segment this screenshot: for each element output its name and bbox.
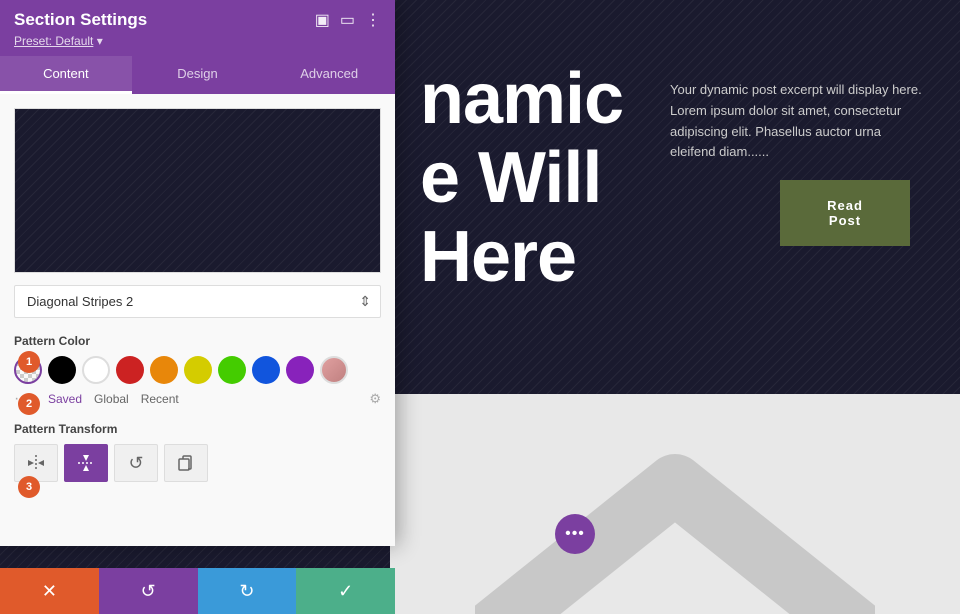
panel-header: Section Settings ▣ ▭ ⋮ Preset: Default ▾ xyxy=(0,0,395,56)
color-custom[interactable] xyxy=(320,356,348,384)
tab-design[interactable]: Design xyxy=(132,56,264,94)
cancel-button[interactable]: ✕ xyxy=(0,568,99,614)
pattern-select-row: Diagonal Stripes 2 ⇕ xyxy=(14,285,381,318)
color-black[interactable] xyxy=(48,356,76,384)
recent-tab[interactable]: Recent xyxy=(141,392,179,406)
pattern-preview xyxy=(14,108,381,273)
copy-button[interactable] xyxy=(164,444,208,482)
color-white[interactable] xyxy=(82,356,110,384)
pattern-transform-label: Pattern Transform xyxy=(14,422,381,436)
floating-dots-button[interactable]: ••• xyxy=(555,514,595,554)
grid-icon[interactable]: ▭ xyxy=(340,10,355,30)
bottom-area xyxy=(390,394,960,614)
pattern-dropdown[interactable]: Diagonal Stripes 2 xyxy=(14,285,381,318)
more-options-icon[interactable]: ⋮ xyxy=(365,10,381,30)
pattern-transform-section: Pattern Transform xyxy=(14,422,381,482)
color-yellow[interactable] xyxy=(184,356,212,384)
settings-panel: Section Settings ▣ ▭ ⋮ Preset: Default ▾… xyxy=(0,0,395,546)
tab-advanced[interactable]: Advanced xyxy=(263,56,395,94)
step-3-badge: 3 xyxy=(18,476,40,498)
color-saved-row: ··· Saved Global Recent ⚙ xyxy=(14,390,381,408)
color-purple[interactable] xyxy=(286,356,314,384)
preset-row[interactable]: Preset: Default ▾ xyxy=(14,34,381,56)
color-orange[interactable] xyxy=(150,356,178,384)
pattern-select-wrapper: Diagonal Stripes 2 ⇕ xyxy=(14,285,381,318)
tab-content[interactable]: Content xyxy=(0,56,132,94)
transform-buttons: ↺ xyxy=(14,444,381,482)
panel-body: Diagonal Stripes 2 ⇕ Pattern Color xyxy=(0,94,395,546)
panel-title-row: Section Settings ▣ ▭ ⋮ xyxy=(14,10,381,34)
flip-vertical-button[interactable] xyxy=(64,444,108,482)
color-red[interactable] xyxy=(116,356,144,384)
flip-horizontal-button[interactable] xyxy=(14,444,58,482)
panel-tabs: Content Design Advanced xyxy=(0,56,395,94)
panel-header-icons: ▣ ▭ ⋮ xyxy=(315,10,381,30)
fullscreen-icon[interactable]: ▣ xyxy=(315,10,330,30)
step-2-badge: 2 xyxy=(18,393,40,415)
saved-tab[interactable]: Saved xyxy=(48,392,82,406)
redo-button[interactable]: ↻ xyxy=(198,568,297,614)
post-excerpt: Your dynamic post excerpt will display h… xyxy=(670,80,930,163)
undo-button[interactable]: ↺ xyxy=(99,568,198,614)
read-post-button[interactable]: Read Post xyxy=(780,180,910,246)
global-tab[interactable]: Global xyxy=(94,392,129,406)
reset-button[interactable]: ↺ xyxy=(114,444,158,482)
save-button[interactable]: ✓ xyxy=(296,568,395,614)
pattern-color-label: Pattern Color xyxy=(14,334,381,348)
action-bar: ✕ ↺ ↻ ✓ xyxy=(0,568,395,614)
chevron-shape xyxy=(475,424,875,614)
color-swatches xyxy=(14,356,381,384)
pattern-color-section: Pattern Color ··· Saved Global Recent ⚙ xyxy=(14,334,381,408)
step-1-badge: 1 xyxy=(18,351,40,373)
color-blue[interactable] xyxy=(252,356,280,384)
color-settings-icon[interactable]: ⚙ xyxy=(369,391,381,407)
color-green[interactable] xyxy=(218,356,246,384)
panel-title: Section Settings xyxy=(14,10,147,30)
